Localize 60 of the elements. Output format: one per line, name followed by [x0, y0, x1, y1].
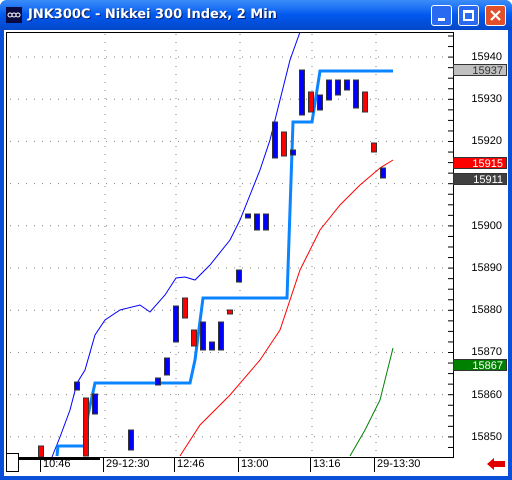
time-label: 29-13:30 [374, 457, 420, 472]
axis-label: 15900 [471, 220, 502, 232]
axis-label: 15890 [471, 262, 502, 274]
candle [263, 214, 269, 230]
price-tag: 15937 [453, 64, 507, 76]
candle [326, 80, 332, 100]
candle [308, 92, 314, 112]
axis-label: 15870 [471, 346, 502, 358]
candle [209, 342, 215, 350]
price-tag: 15867 [453, 359, 507, 372]
axis-label: 15930 [471, 93, 502, 106]
candle [245, 214, 251, 218]
candle [200, 322, 206, 350]
candle [344, 80, 350, 90]
candle [371, 142, 377, 152]
price-tag: 15915 [453, 156, 507, 168]
candle [218, 322, 224, 350]
candle [335, 80, 341, 96]
axis-label: 15860 [471, 388, 502, 401]
app-icon [6, 7, 22, 23]
time-label: 29-12:30 [103, 457, 150, 472]
minimize-button[interactable] [431, 4, 452, 26]
candle [182, 298, 188, 318]
window-title: JNK300C - Nikkei 300 Index, 2 Min [28, 6, 278, 24]
candle [290, 150, 296, 156]
candle [92, 394, 98, 414]
candle [83, 398, 89, 456]
candle [272, 122, 278, 158]
candle [299, 70, 305, 116]
candle [227, 310, 233, 314]
axis-label: 15940 [471, 51, 502, 63]
candle [281, 132, 287, 156]
scroll-handle[interactable] [6, 453, 19, 472]
candle [128, 430, 134, 450]
time-label: 13:00 [238, 457, 269, 472]
candle [155, 378, 161, 386]
maximize-button[interactable] [458, 4, 479, 26]
candle [380, 168, 386, 178]
candle [353, 80, 359, 108]
minimize-icon [438, 18, 445, 20]
close-icon [490, 10, 501, 20]
candle [191, 330, 197, 346]
candle [254, 214, 260, 230]
candle [38, 446, 44, 458]
maximize-icon [463, 10, 474, 20]
time-label: 12:46 [174, 457, 205, 472]
candle [74, 382, 80, 390]
scroll-bar[interactable] [19, 457, 100, 460]
time-label: 13:16 [310, 457, 341, 472]
axis-label: 15920 [471, 135, 502, 148]
candle [317, 94, 323, 110]
candle [164, 358, 170, 376]
candle [236, 270, 242, 282]
axis-label: 15880 [471, 304, 502, 316]
close-button[interactable] [485, 4, 506, 26]
axis-label: 15850 [471, 430, 502, 443]
back-arrow-icon[interactable] [487, 458, 505, 470]
candle [362, 92, 368, 112]
candle [173, 306, 179, 342]
price-tag: 15911 [453, 173, 507, 186]
